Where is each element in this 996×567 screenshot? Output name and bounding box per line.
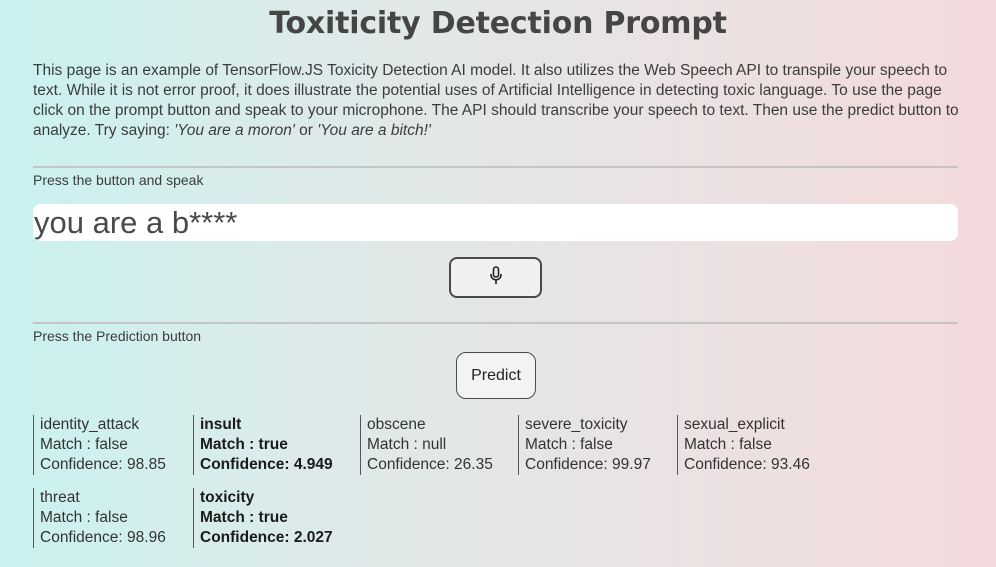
microphone-button[interactable] bbox=[449, 257, 542, 298]
result-match: Match : true bbox=[200, 509, 288, 526]
result-label: obscene bbox=[367, 416, 426, 433]
page-title: Toxiticity Detection Prompt bbox=[269, 6, 727, 41]
predict-button[interactable]: Predict bbox=[456, 352, 536, 399]
result-label: identity_attack bbox=[40, 416, 140, 433]
section-divider bbox=[33, 166, 958, 168]
result-match: Match : false bbox=[684, 436, 772, 453]
result-label: sexual_explicit bbox=[684, 416, 785, 433]
example-phrase-one: 'You are a moron' bbox=[174, 122, 295, 139]
result-confidence: Confidence: 98.85 bbox=[40, 456, 166, 473]
result-label: insult bbox=[200, 416, 242, 433]
result-match: Match : false bbox=[525, 436, 613, 453]
result-label: severe_toxicity bbox=[525, 416, 628, 433]
page-description: This page is an example of TensorFlow.JS… bbox=[33, 61, 963, 141]
microphone-icon bbox=[489, 265, 503, 290]
result-card-obscene: obscene Match : null Confidence: 26.35 bbox=[360, 415, 493, 475]
result-confidence: Confidence: 93.46 bbox=[684, 456, 810, 473]
result-confidence: Confidence: 4.949 bbox=[200, 456, 333, 473]
example-phrase-two: 'You are a bitch!' bbox=[317, 122, 431, 139]
result-card-toxicity: toxicity Match : true Confidence: 2.027 bbox=[193, 488, 333, 548]
description-text: This page is an example of TensorFlow.JS… bbox=[33, 62, 959, 139]
example-joiner: or bbox=[294, 122, 318, 139]
result-card-threat: threat Match : false Confidence: 98.96 bbox=[33, 488, 166, 548]
result-card-insult: insult Match : true Confidence: 4.949 bbox=[193, 415, 333, 475]
section-divider bbox=[33, 322, 958, 324]
result-card-sexual-explicit: sexual_explicit Match : false Confidence… bbox=[677, 415, 810, 475]
result-match: Match : false bbox=[40, 436, 128, 453]
speech-transcript-field[interactable]: you are a b**** bbox=[33, 204, 958, 241]
prediction-section-label: Press the Prediction button bbox=[33, 328, 202, 344]
result-card-identity-attack: identity_attack Match : false Confidence… bbox=[33, 415, 166, 475]
result-confidence: Confidence: 2.027 bbox=[200, 529, 333, 546]
speech-section-label: Press the button and speak bbox=[33, 172, 204, 188]
result-label: threat bbox=[40, 489, 80, 506]
result-card-severe-toxicity: severe_toxicity Match : false Confidence… bbox=[518, 415, 651, 475]
result-match: Match : null bbox=[367, 436, 447, 453]
result-confidence: Confidence: 99.97 bbox=[525, 456, 651, 473]
result-confidence: Confidence: 26.35 bbox=[367, 456, 493, 473]
result-match: Match : true bbox=[200, 436, 288, 453]
result-label: toxicity bbox=[200, 489, 255, 506]
result-confidence: Confidence: 98.96 bbox=[40, 529, 166, 546]
result-match: Match : false bbox=[40, 509, 128, 526]
